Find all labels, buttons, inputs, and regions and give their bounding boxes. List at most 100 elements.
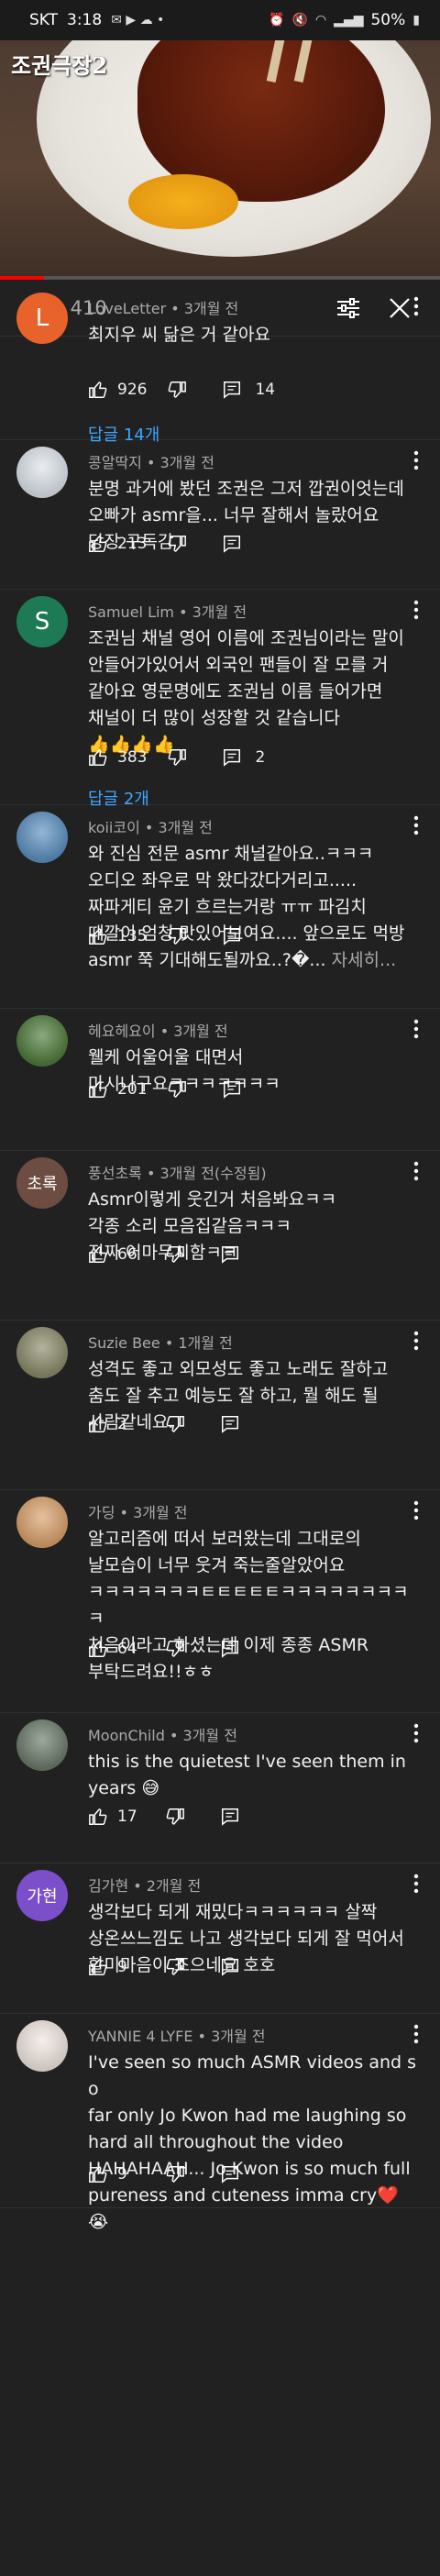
like-count: 2 — [117, 1415, 127, 1433]
like-count: 17 — [117, 1808, 138, 1826]
comment-item: 가현 김가현 • 2개월 전 생각보다 되게 재밌다ㅋㅋㅋㅋㅋㅋ 살짝상온쓰느낌… — [0, 1863, 440, 2014]
more-options-button[interactable] — [405, 295, 427, 317]
like-button[interactable]: 2 — [88, 1414, 145, 1434]
avatar[interactable] — [16, 447, 68, 498]
dislike-button[interactable] — [167, 534, 187, 554]
more-options-icon — [413, 1874, 419, 1894]
dislike-icon — [169, 536, 187, 552]
dislike-button[interactable] — [165, 1414, 185, 1434]
avatar[interactable]: 초록 — [16, 1157, 68, 1209]
comment-author[interactable]: Samuel Lim — [88, 603, 174, 621]
comment-time: 1개월 전 — [178, 1334, 233, 1352]
dislike-button[interactable] — [165, 1957, 185, 1977]
reply-button[interactable] — [220, 2164, 253, 2184]
reply-icon — [222, 1808, 238, 1826]
comment-item: YANNIE 4 LYFE • 3개월 전 I've seen so much … — [0, 2014, 440, 2232]
like-button[interactable]: 9 — [88, 2164, 145, 2184]
like-icon — [89, 928, 107, 945]
dislike-button[interactable] — [167, 380, 187, 400]
dislike-button[interactable] — [165, 2164, 185, 2184]
comment-author[interactable]: 풍선초록 — [88, 1165, 142, 1182]
comment-author[interactable]: 콩알딱지 — [88, 454, 142, 471]
egg-image — [128, 174, 238, 229]
avatar[interactable]: 가현 — [16, 1870, 68, 1921]
avatar[interactable]: L — [16, 293, 68, 344]
reply-button[interactable] — [220, 1807, 253, 1827]
reply-count: 14 — [255, 381, 276, 399]
comment-time: 2개월 전 — [146, 1877, 202, 1895]
reply-icon — [222, 1641, 238, 1658]
more-options-button[interactable] — [405, 1722, 427, 1744]
like-button[interactable]: 64 — [88, 1639, 145, 1659]
comment-text-line: 상온쓰느낌도 나고 생각보다 되게 잘 먹어서 — [88, 1929, 404, 1949]
reply-button[interactable] — [220, 1957, 253, 1977]
reply-button[interactable] — [222, 926, 255, 946]
dislike-icon — [169, 928, 187, 945]
dislike-button[interactable] — [167, 747, 187, 768]
reply-button[interactable] — [220, 1414, 253, 1434]
reply-button[interactable] — [222, 534, 255, 554]
more-options-button[interactable] — [405, 1018, 427, 1040]
reply-button[interactable] — [220, 1639, 253, 1659]
dislike-button[interactable] — [167, 926, 187, 946]
comment-item: S Samuel Lim • 3개월 전 조권님 채널 영어 이름에 조권님이라… — [0, 590, 440, 809]
comment-author[interactable]: 헤요헤요이 — [88, 1023, 156, 1040]
like-button[interactable]: 135 — [88, 926, 147, 946]
comment-text-line: 춤도 잘 추고 예능도 잘 하고, 뭘 해도 될 — [88, 1386, 379, 1406]
comment-time: 3개월 전 — [158, 819, 213, 836]
comment-meta: Samuel Lim • 3개월 전 — [88, 603, 248, 621]
reply-button[interactable] — [220, 1244, 253, 1265]
comment-author[interactable]: 가딩 — [88, 1504, 115, 1521]
avatar[interactable] — [16, 812, 68, 863]
comment-author[interactable]: YANNIE 4 LYFE — [88, 2028, 192, 2045]
like-button[interactable]: 9 — [88, 1957, 145, 1977]
reply-icon — [224, 1081, 241, 1099]
avatar[interactable] — [16, 1719, 68, 1771]
like-button[interactable]: 926 — [88, 380, 147, 400]
comment-time: 3개월 전 — [183, 300, 239, 317]
read-more-link[interactable]: 자세히... — [332, 950, 397, 970]
like-button[interactable]: 383 — [88, 747, 147, 768]
comment-text-line: 생각보다 되게 재밌다ㅋㅋㅋㅋㅋㅋ 살짝 — [88, 1902, 378, 1922]
more-options-button[interactable] — [405, 1499, 427, 1521]
avatar[interactable] — [16, 2020, 68, 2072]
comment-actions: 9 — [88, 2164, 253, 2184]
more-options-button[interactable] — [405, 1330, 427, 1352]
comment-author[interactable]: MoonChild — [88, 1727, 165, 1744]
reply-button[interactable]: 14 — [222, 380, 275, 400]
dislike-button[interactable] — [165, 1244, 185, 1265]
more-options-button[interactable] — [405, 449, 427, 471]
like-icon — [89, 2166, 107, 2183]
carrier-label: SKT — [29, 11, 59, 29]
reply-icon — [224, 381, 241, 399]
like-button[interactable]: 213 — [88, 534, 147, 554]
comment-text-line: 웰케 어울어울 대면서 — [88, 1047, 244, 1067]
avatar[interactable] — [16, 1327, 68, 1378]
more-options-button[interactable] — [405, 2023, 427, 2045]
like-count: 201 — [117, 1080, 148, 1099]
avatar[interactable] — [16, 1015, 68, 1067]
comment-author[interactable]: koii코이 — [88, 819, 140, 836]
wifi-icon: ◠ — [314, 13, 327, 28]
dislike-button[interactable] — [165, 1807, 185, 1827]
dislike-button[interactable] — [167, 1079, 187, 1100]
comment-author[interactable]: LoveLetter — [88, 300, 166, 317]
like-button[interactable]: 201 — [88, 1079, 147, 1100]
comment-text-line: pureness and cuteness imma cry❤️😭 — [88, 2185, 399, 2232]
avatar[interactable] — [16, 1497, 68, 1548]
like-button[interactable]: 17 — [88, 1807, 145, 1827]
more-options-button[interactable] — [405, 1873, 427, 1895]
comment-author[interactable]: 김가현 — [88, 1877, 128, 1895]
video-player[interactable]: 조권극장2 — [0, 0, 440, 280]
more-options-button[interactable] — [405, 814, 427, 836]
comment-meta: YANNIE 4 LYFE • 3개월 전 — [88, 2028, 266, 2045]
comment-author[interactable]: Suzie Bee — [88, 1334, 160, 1352]
more-options-button[interactable] — [405, 1160, 427, 1182]
dislike-button[interactable] — [165, 1639, 185, 1659]
avatar[interactable]: S — [16, 596, 68, 647]
reply-button[interactable]: 2 — [222, 747, 265, 768]
more-options-button[interactable] — [405, 599, 427, 621]
like-button[interactable]: 66 — [88, 1244, 145, 1265]
reply-button[interactable] — [222, 1079, 255, 1100]
comment-meta: 김가현 • 2개월 전 — [88, 1877, 202, 1895]
